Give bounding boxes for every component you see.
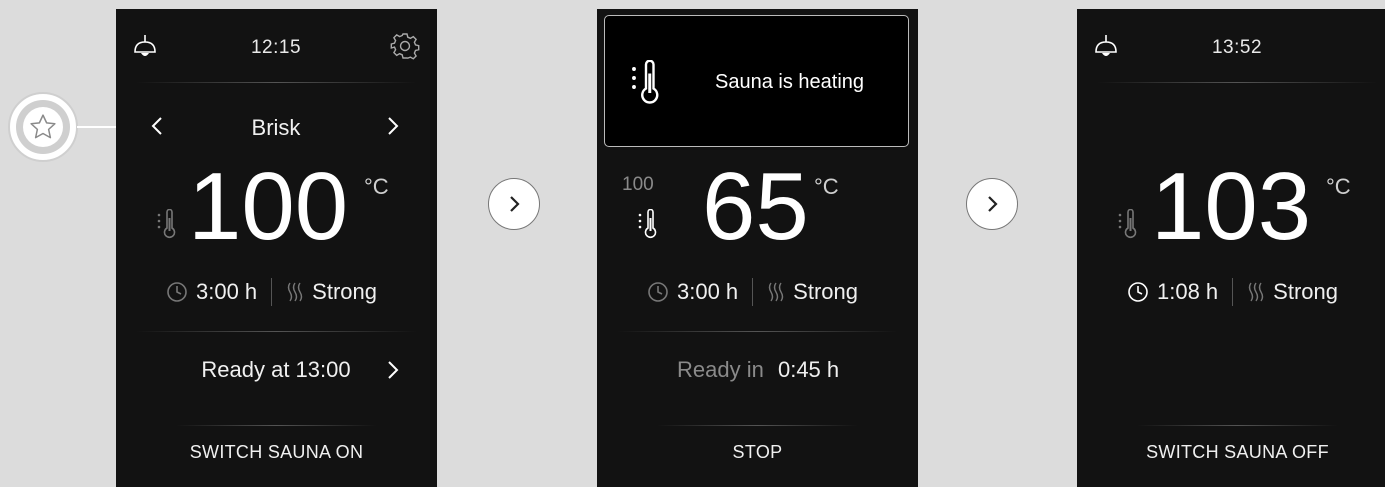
light-button[interactable] [132, 33, 158, 61]
temperature-unit: °C [1326, 174, 1351, 199]
target-temperature[interactable]: 100 [188, 159, 348, 255]
thermometer-icon [638, 209, 657, 239]
current-temperature: 103 [1151, 153, 1312, 260]
thermometer-icon [1118, 209, 1137, 239]
clock-icon [167, 282, 187, 302]
steam-icon [1248, 282, 1264, 302]
temperature-icon-wrap [156, 209, 178, 241]
duration-value: 3:00 h [677, 279, 739, 304]
header-divider [1097, 82, 1378, 83]
clock-time: 12:15 [250, 37, 302, 58]
ready-time-text: Ready at 13:00 [201, 357, 351, 382]
ready-value: 0:45 h [777, 357, 840, 382]
light-button[interactable] [1093, 33, 1119, 61]
header-divider [136, 82, 417, 83]
action-divider [176, 425, 377, 426]
summary-divider [1232, 278, 1234, 306]
chevron-right-icon [988, 196, 998, 212]
settings-summary: 1:08 h Strong [1127, 278, 1338, 306]
thermometer-icon [157, 209, 176, 239]
chevron-right-icon [510, 196, 520, 212]
summary-divider [752, 278, 754, 306]
settings-button[interactable] [390, 31, 420, 61]
temperature-unit: °C [364, 174, 389, 199]
temperature-icon-wrap [1117, 209, 1139, 241]
duration-value[interactable]: 3:00 h [196, 279, 257, 305]
thermometer-icon [632, 60, 659, 104]
ready-label: Ready in [677, 357, 764, 382]
action-divider [1137, 425, 1338, 426]
chevron-right-icon [388, 117, 399, 135]
gear-icon [390, 33, 420, 60]
star-icon [30, 114, 56, 139]
profile-name: Brisk [251, 115, 301, 140]
settings-summary: 3:00 h Strong [166, 278, 377, 306]
screen-setup: 12:15 Brisk 100 °C 3:00 h Strong Ready a… [116, 9, 437, 487]
steam-icon [768, 282, 784, 302]
chevron-left-icon [151, 117, 162, 135]
humidity-value: Strong [793, 279, 858, 304]
favorite-star-inner [16, 100, 70, 154]
switch-sauna-off-button[interactable]: SWITCH SAUNA OFF [1077, 442, 1385, 463]
next-profile-button[interactable] [386, 115, 400, 137]
notification-text: Sauna is heating [715, 71, 865, 93]
lamp-icon [1095, 35, 1117, 56]
summary-divider-line [617, 331, 898, 332]
favorite-star-button[interactable] [8, 92, 78, 162]
next-step-button[interactable] [966, 178, 1018, 230]
steam-icon [287, 282, 303, 302]
current-temperature: 65 [702, 153, 809, 260]
lamp-icon [134, 35, 156, 56]
humidity-value: Strong [1273, 279, 1338, 304]
summary-divider-line [136, 331, 417, 332]
settings-summary: 3:00 h Strong [647, 278, 858, 306]
humidity-value[interactable]: Strong [312, 279, 377, 305]
chevron-right-icon [388, 361, 399, 379]
previous-profile-button[interactable] [150, 115, 164, 137]
stop-button[interactable]: STOP [597, 442, 918, 463]
favorite-star-core [23, 107, 63, 147]
temperature-unit: °C [814, 174, 839, 199]
temperature-icon-wrap [637, 209, 659, 241]
summary-divider [271, 278, 273, 306]
clock-icon [648, 282, 668, 302]
next-step-button[interactable] [488, 178, 540, 230]
action-divider [657, 425, 858, 426]
screen-running: 13:52 103 °C 1:08 h Strong SWITCH SAUNA … [1077, 9, 1385, 487]
target-temperature-small: 100 [622, 174, 654, 195]
clock-time: 13:52 [1211, 37, 1263, 58]
switch-sauna-on-button[interactable]: SWITCH SAUNA ON [116, 442, 437, 463]
screen-heating: Sauna is heating 100 65 °C 3:00 h Strong… [597, 9, 918, 487]
heating-notification: Sauna is heating [604, 15, 909, 147]
clock-icon [1128, 282, 1148, 302]
ready-time-row[interactable]: Ready at 13:00 [116, 357, 437, 383]
ready-countdown: Ready in 0:45 h [677, 357, 839, 383]
remaining-time-value: 1:08 h [1157, 279, 1219, 304]
